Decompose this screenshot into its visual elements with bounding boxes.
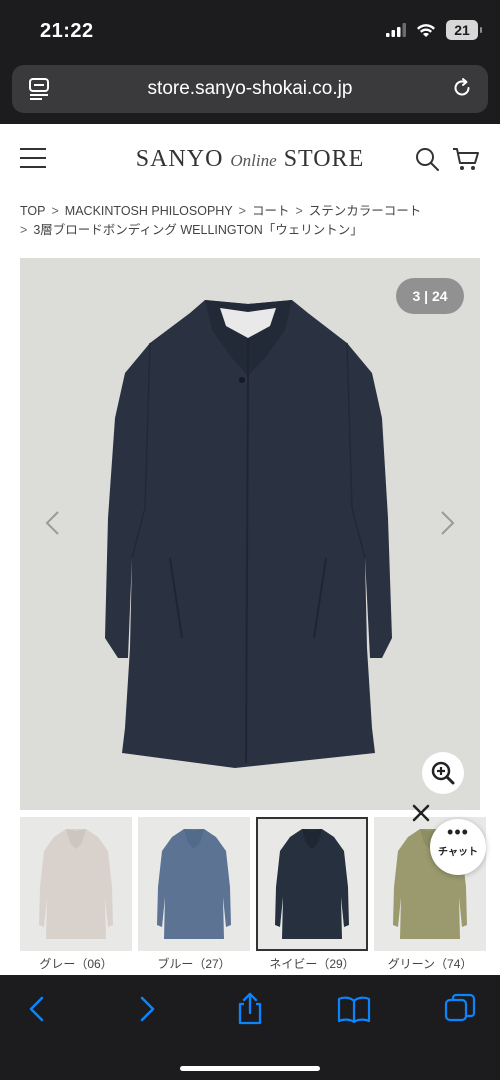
breadcrumb-product: 3層ブロードボンディング WELLINGTON「ウェリントン」 (33, 223, 363, 237)
back-icon[interactable] (20, 991, 56, 1027)
site-header: SANYO Online STORE (0, 124, 500, 194)
browser-top-chrome: 21:22 21 store.sanyo-shokai.co.jp (0, 0, 500, 124)
product-main-image[interactable]: 3 | 24 (20, 258, 480, 810)
home-indicator (180, 1066, 320, 1071)
prev-image-arrow-icon[interactable] (38, 508, 68, 538)
breadcrumb-separator: > (51, 204, 59, 218)
cart-icon[interactable] (452, 146, 480, 172)
next-image-arrow-icon[interactable] (432, 508, 462, 538)
coat-thumbnail (157, 829, 231, 939)
breadcrumb-stand-collar-coat[interactable]: ステンカラーコート (309, 204, 422, 218)
status-icons: 21 (386, 20, 482, 40)
thumbnail-label: ネイビー（29） (269, 957, 355, 971)
forward-icon[interactable] (128, 991, 164, 1027)
breadcrumb-top[interactable]: TOP (20, 204, 45, 218)
thumbnail-label: グレー（06） (39, 957, 113, 971)
color-thumbnails: グレー（06） ブルー（27） ネイビー（29） グリーン（74） (20, 817, 500, 972)
thumbnail-blue[interactable] (138, 817, 250, 951)
logo-sanyo: SANYO (135, 146, 224, 172)
search-icon[interactable] (414, 146, 440, 172)
bookmarks-icon[interactable] (336, 991, 372, 1027)
thumbnail-grey[interactable] (20, 817, 132, 951)
coat-image (105, 300, 392, 768)
signal-icon (386, 23, 406, 37)
thumbnail-label: ブルー（27） (157, 957, 231, 971)
breadcrumb: TOP > MACKINTOSH PHILOSOPHY > コート > ステンカラーコート >… (20, 202, 480, 240)
battery-icon: 21 (446, 20, 482, 40)
chat-label: チャット (438, 847, 478, 858)
zoom-button[interactable] (422, 752, 464, 794)
status-time: 21:22 (40, 20, 94, 42)
breadcrumb-separator: > (20, 223, 28, 237)
thumbnail-navy[interactable] (256, 817, 368, 951)
zoom-in-icon (431, 761, 455, 785)
share-icon[interactable] (232, 991, 268, 1027)
breadcrumb-separator: > (238, 204, 246, 218)
url-text[interactable]: store.sanyo-shokai.co.jp (12, 78, 488, 100)
image-counter: 3 | 24 (396, 278, 464, 314)
browser-bottom-toolbar (0, 975, 500, 1080)
chat-button[interactable]: ••• チャット (430, 819, 486, 875)
chat-dots-icon: ••• (447, 822, 469, 842)
url-bar[interactable]: store.sanyo-shokai.co.jp (12, 65, 488, 113)
logo-online: Online (230, 151, 277, 170)
coat-thumbnail (39, 829, 113, 939)
wifi-icon (417, 23, 435, 37)
breadcrumb-brand[interactable]: MACKINTOSH PHILOSOPHY (65, 204, 233, 218)
coat-thumbnail (275, 829, 349, 939)
breadcrumb-separator: > (295, 204, 303, 218)
reload-icon[interactable] (450, 76, 474, 100)
thumbnail-label: グリーン（74） (387, 957, 473, 971)
tabs-icon[interactable] (442, 991, 478, 1027)
breadcrumb-coat[interactable]: コート (252, 204, 290, 218)
logo-store: STORE (283, 146, 365, 172)
